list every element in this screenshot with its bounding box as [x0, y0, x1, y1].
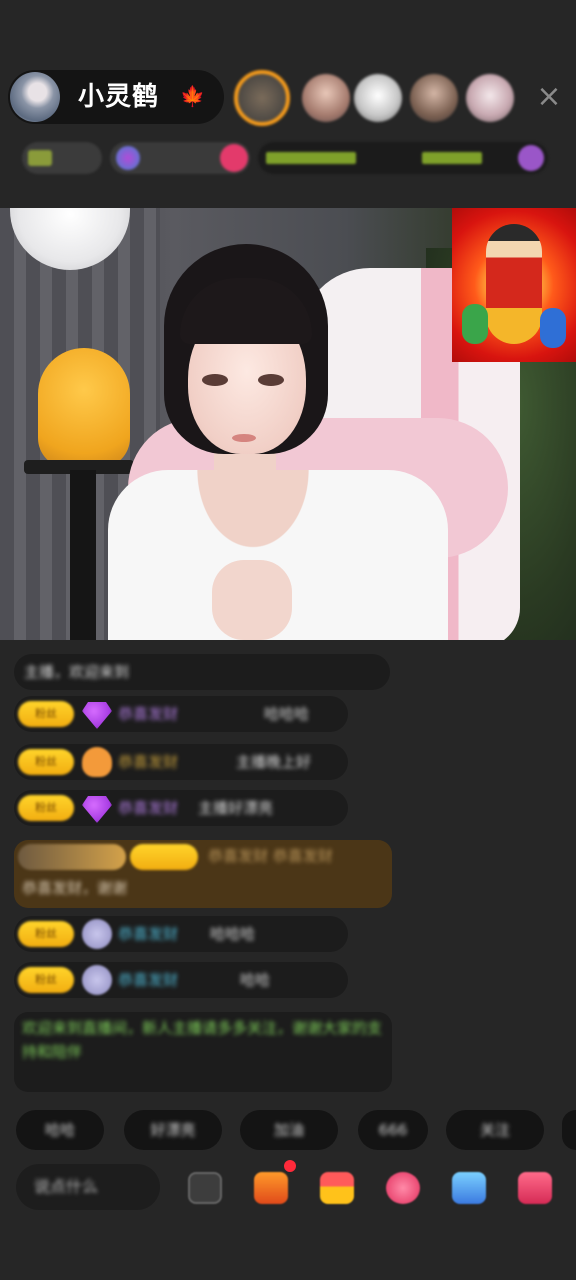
sticker-child-left: [462, 304, 488, 344]
host-avatar[interactable]: [10, 72, 60, 122]
chat-username[interactable]: 恭喜发财: [118, 790, 178, 826]
more-icon[interactable]: [188, 1172, 222, 1204]
activity-text: [266, 152, 356, 164]
diamond-level-icon: [82, 796, 112, 823]
chat-message[interactable]: 粉丝 恭喜发财 哈哈: [14, 962, 348, 998]
red-packet-icon[interactable]: [320, 1172, 354, 1204]
fan-badge: 粉丝: [18, 967, 74, 993]
fan-club-icon: [116, 146, 140, 170]
quick-reply-3[interactable]: 加油: [240, 1110, 338, 1150]
follow-heart-icon[interactable]: [220, 144, 248, 172]
chat-username[interactable]: 恭喜发财: [118, 916, 178, 952]
fan-badge: [130, 844, 198, 870]
viewer-avatar-5[interactable]: [466, 74, 514, 122]
chat-text: 主播晚上好: [236, 753, 312, 771]
popularity-tag[interactable]: [110, 142, 250, 174]
streamer-eye-left: [202, 374, 228, 386]
god-of-wealth-sticker[interactable]: [452, 208, 576, 362]
gift-icon[interactable]: [518, 1172, 552, 1204]
chat-text: 哈哈: [240, 971, 271, 989]
quick-reply-5[interactable]: 关注: [446, 1110, 544, 1150]
fan-badge: 粉丝: [18, 921, 74, 947]
activity-progress: [422, 152, 482, 164]
close-icon[interactable]: ×: [532, 80, 566, 114]
game-icon[interactable]: [452, 1172, 486, 1204]
diamond-level-icon: [82, 702, 112, 729]
sticker-figure: [486, 224, 542, 344]
fan-badge: 粉丝: [18, 749, 74, 775]
chat-username[interactable]: 恭喜发财: [118, 744, 178, 780]
vip-tag: [18, 844, 126, 870]
host-name: 小灵鹤: [78, 82, 160, 112]
streamer-hand: [212, 560, 292, 640]
highlighted-chat-message[interactable]: 恭喜发财 恭喜发财 恭喜发财，谢谢: [14, 840, 392, 908]
chat-message[interactable]: 粉丝 恭喜发财 哈哈哈: [14, 916, 348, 952]
viewer-avatar-4[interactable]: [410, 74, 458, 122]
streamer-eye-right: [258, 374, 284, 386]
chat-message[interactable]: 粉丝 恭喜发财 主播好漂亮: [14, 790, 348, 826]
fan-badge: 粉丝: [18, 701, 74, 727]
chat-text-continued: 恭喜发财，谢谢: [22, 879, 128, 897]
activity-banner[interactable]: [258, 142, 548, 174]
side-table-leg: [70, 470, 96, 640]
quick-reply-more[interactable]: [562, 1110, 576, 1150]
gift-box-icon[interactable]: [254, 1172, 288, 1204]
streamer-collar: [188, 470, 318, 560]
streamer-lips: [232, 434, 256, 442]
chat-text: 主播好漂亮: [198, 799, 274, 817]
chat-username[interactable]: 恭喜发财: [118, 962, 178, 998]
chat-username[interactable]: 恭喜发财: [118, 696, 178, 732]
rank-tag[interactable]: [22, 142, 102, 174]
quick-reply-1[interactable]: 哈哈: [16, 1110, 104, 1150]
chat-text: 哈哈哈: [210, 925, 256, 943]
maple-leaf-icon: 🍁: [180, 84, 205, 108]
chat-text: 哈哈哈: [264, 705, 310, 723]
rank-icon: [28, 150, 52, 166]
say-something-input[interactable]: 说点什么: [16, 1164, 160, 1210]
fan-badge: 粉丝: [18, 795, 74, 821]
sticker-child-right: [540, 308, 566, 348]
heart-level-icon: [82, 747, 112, 777]
quick-reply-2[interactable]: 好漂亮: [124, 1110, 222, 1150]
viewer-avatar-1[interactable]: [234, 70, 290, 126]
quick-reply-4[interactable]: 666: [358, 1110, 428, 1150]
heart-icon[interactable]: [386, 1172, 420, 1204]
system-message: 主播，欢迎来到: [14, 654, 390, 690]
plush-toy: [38, 348, 130, 468]
activity-icon: [518, 145, 544, 171]
viewer-avatar-2[interactable]: [302, 74, 350, 122]
ring-level-icon: [82, 919, 112, 949]
host-info-pill[interactable]: 小灵鹤 🍁: [8, 70, 224, 124]
notice-message: 欢迎来到直播间，新人主播请多多关注，谢谢大家的支持和陪伴: [14, 1012, 392, 1092]
live-video[interactable]: [0, 208, 576, 640]
notification-dot: [284, 1160, 296, 1172]
chat-message[interactable]: 粉丝 恭喜发财 哈哈哈: [14, 696, 348, 732]
ring-level-icon: [82, 965, 112, 995]
viewer-avatar-3[interactable]: [354, 74, 402, 122]
chat-message[interactable]: 粉丝 恭喜发财 主播晚上好: [14, 744, 348, 780]
chat-username[interactable]: 恭喜发财 恭喜发财: [208, 838, 333, 874]
